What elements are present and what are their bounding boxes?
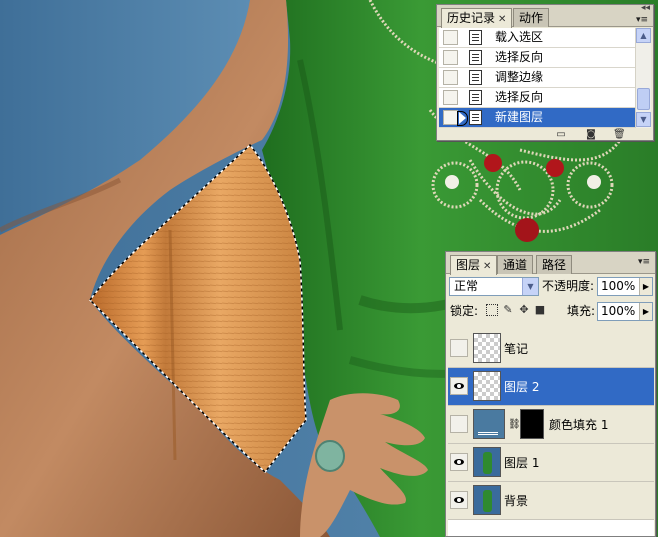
scroll-thumb[interactable]: [637, 88, 650, 110]
figure-thumbnail-icon: [483, 490, 492, 512]
layer-thumbnail: [473, 485, 501, 515]
fill-label: 填充:: [567, 304, 596, 318]
layers-panel: 图层 ✕ 通道 路径 ▾≡ 正常 ▼ 不透明度: 100% ▶ 锁定: ✎ ✥ ■…: [445, 251, 656, 537]
blend-mode-select[interactable]: 正常 ▼: [449, 277, 539, 296]
tab-channels[interactable]: 通道: [497, 255, 534, 274]
history-brush-source-checkbox[interactable]: [443, 50, 458, 65]
fill-input[interactable]: 100% ▶: [597, 302, 653, 321]
eye-icon[interactable]: [450, 491, 468, 509]
history-panel: 历史记录 ✕ 动作 ◂◂ ▾≡ 载入选区 选择反向 调整边缘 选择反向 新建图层…: [436, 3, 654, 141]
opacity-value: 100%: [601, 279, 636, 293]
camera-snapshot-icon[interactable]: ◙: [585, 129, 597, 140]
history-state[interactable]: 载入选区: [439, 28, 635, 48]
trash-icon[interactable]: 🗑: [613, 129, 626, 140]
layer-row[interactable]: 背景: [448, 482, 654, 520]
figure-thumbnail-icon: [483, 452, 492, 474]
scroll-down-icon[interactable]: ▼: [636, 112, 651, 127]
history-brush-source-checkbox[interactable]: [443, 110, 458, 125]
visibility-toggle[interactable]: [450, 339, 468, 357]
tab-history-label: 历史记录: [447, 11, 496, 25]
history-state-slider-icon[interactable]: [457, 111, 468, 126]
history-state-icon: [469, 90, 482, 105]
lock-move-icon[interactable]: ✥: [518, 304, 530, 316]
lock-label: 锁定:: [450, 304, 479, 318]
history-state[interactable]: 选择反向: [439, 88, 635, 108]
fill-adjustment-icon: [478, 432, 498, 435]
layer-name: 笔记: [504, 342, 529, 356]
layers-tab-bar: 图层 ✕ 通道 路径 ▾≡: [446, 252, 655, 275]
eye-icon[interactable]: [450, 377, 468, 395]
layer-name: 图层 2: [504, 380, 540, 394]
new-document-from-state-icon[interactable]: ▭: [555, 129, 567, 140]
layer-row[interactable]: 图层 1: [448, 444, 654, 482]
history-state-icon: [469, 50, 482, 65]
history-state-icon: [469, 110, 482, 125]
eye-icon[interactable]: [450, 453, 468, 471]
visibility-toggle[interactable]: [450, 415, 468, 433]
fill-slider-arrow-icon[interactable]: ▶: [639, 303, 652, 320]
history-brush-source-checkbox[interactable]: [443, 70, 458, 85]
link-chain-icon[interactable]: ⛓: [508, 419, 521, 430]
tab-paths[interactable]: 路径: [536, 255, 573, 274]
history-state-label: 载入选区: [495, 30, 544, 44]
panel-menu-icon[interactable]: ▾≡: [634, 13, 650, 27]
layer-name: 图层 1: [504, 456, 540, 470]
scroll-up-icon[interactable]: ▲: [636, 28, 651, 43]
history-state-label: 调整边缘: [495, 70, 544, 84]
opacity-input[interactable]: 100% ▶: [597, 277, 653, 296]
history-state-icon: [469, 70, 482, 85]
fill-value: 100%: [601, 304, 636, 318]
history-footer: ▭ ◙ 🗑: [437, 128, 653, 141]
history-state-icon: [469, 30, 482, 45]
layer-thumbnail: [473, 371, 501, 401]
lock-brush-icon[interactable]: ✎: [502, 304, 514, 316]
layer-thumbnail: [473, 333, 501, 363]
blend-opacity-row: 正常 ▼ 不透明度: 100% ▶: [446, 274, 655, 299]
history-brush-source-checkbox[interactable]: [443, 30, 458, 45]
history-state-list: 载入选区 选择反向 调整边缘 选择反向 新建图层: [439, 28, 635, 128]
close-tab-icon[interactable]: ✕: [483, 261, 491, 272]
layer-thumbnail: [473, 447, 501, 477]
chevron-down-icon[interactable]: ▼: [522, 278, 538, 295]
layer-row-selected[interactable]: 图层 2: [448, 368, 654, 406]
layer-row[interactable]: ⛓ 颜色填充 1: [448, 406, 654, 444]
history-state-label: 选择反向: [495, 50, 544, 64]
tab-actions[interactable]: 动作: [513, 8, 550, 27]
history-state-label: 选择反向: [495, 90, 544, 104]
history-state-current[interactable]: 新建图层: [439, 108, 635, 128]
collapse-icon[interactable]: ◂◂: [641, 3, 650, 13]
layer-mask-thumbnail[interactable]: [520, 409, 544, 439]
history-state[interactable]: 调整边缘: [439, 68, 635, 88]
panel-menu-icon[interactable]: ▾≡: [636, 255, 652, 269]
tab-layers-label: 图层: [456, 258, 481, 272]
tab-actions-label: 动作: [519, 11, 544, 25]
history-state-label: 新建图层: [495, 110, 544, 124]
opacity-label: 不透明度:: [542, 279, 595, 293]
lock-fill-row: 锁定: ✎ ✥ ■ 填充: 100% ▶: [446, 300, 655, 325]
layer-name: 背景: [504, 494, 529, 508]
history-brush-source-checkbox[interactable]: [443, 90, 458, 105]
tab-paths-label: 路径: [542, 258, 567, 272]
opacity-slider-arrow-icon[interactable]: ▶: [639, 278, 652, 295]
lock-transparency-icon[interactable]: [486, 304, 498, 316]
layer-name: 颜色填充 1: [549, 418, 609, 432]
lock-all-icon[interactable]: ■: [534, 304, 546, 316]
tab-history[interactable]: 历史记录 ✕: [441, 8, 513, 28]
layer-row[interactable]: 笔记: [448, 330, 654, 368]
history-state[interactable]: 选择反向: [439, 48, 635, 68]
blend-mode-value: 正常: [454, 279, 479, 293]
layer-list: 笔记 图层 2 ⛓ 颜色填充 1 图层 1 背景: [448, 330, 654, 536]
close-tab-icon[interactable]: ✕: [498, 14, 506, 25]
tab-layers[interactable]: 图层 ✕: [450, 255, 498, 275]
fill-layer-thumbnail: [473, 409, 505, 439]
tab-channels-label: 通道: [503, 258, 528, 272]
history-tab-bar: 历史记录 ✕ 动作 ◂◂ ▾≡: [437, 3, 653, 28]
history-scrollbar[interactable]: ▲ ▼: [635, 28, 651, 128]
